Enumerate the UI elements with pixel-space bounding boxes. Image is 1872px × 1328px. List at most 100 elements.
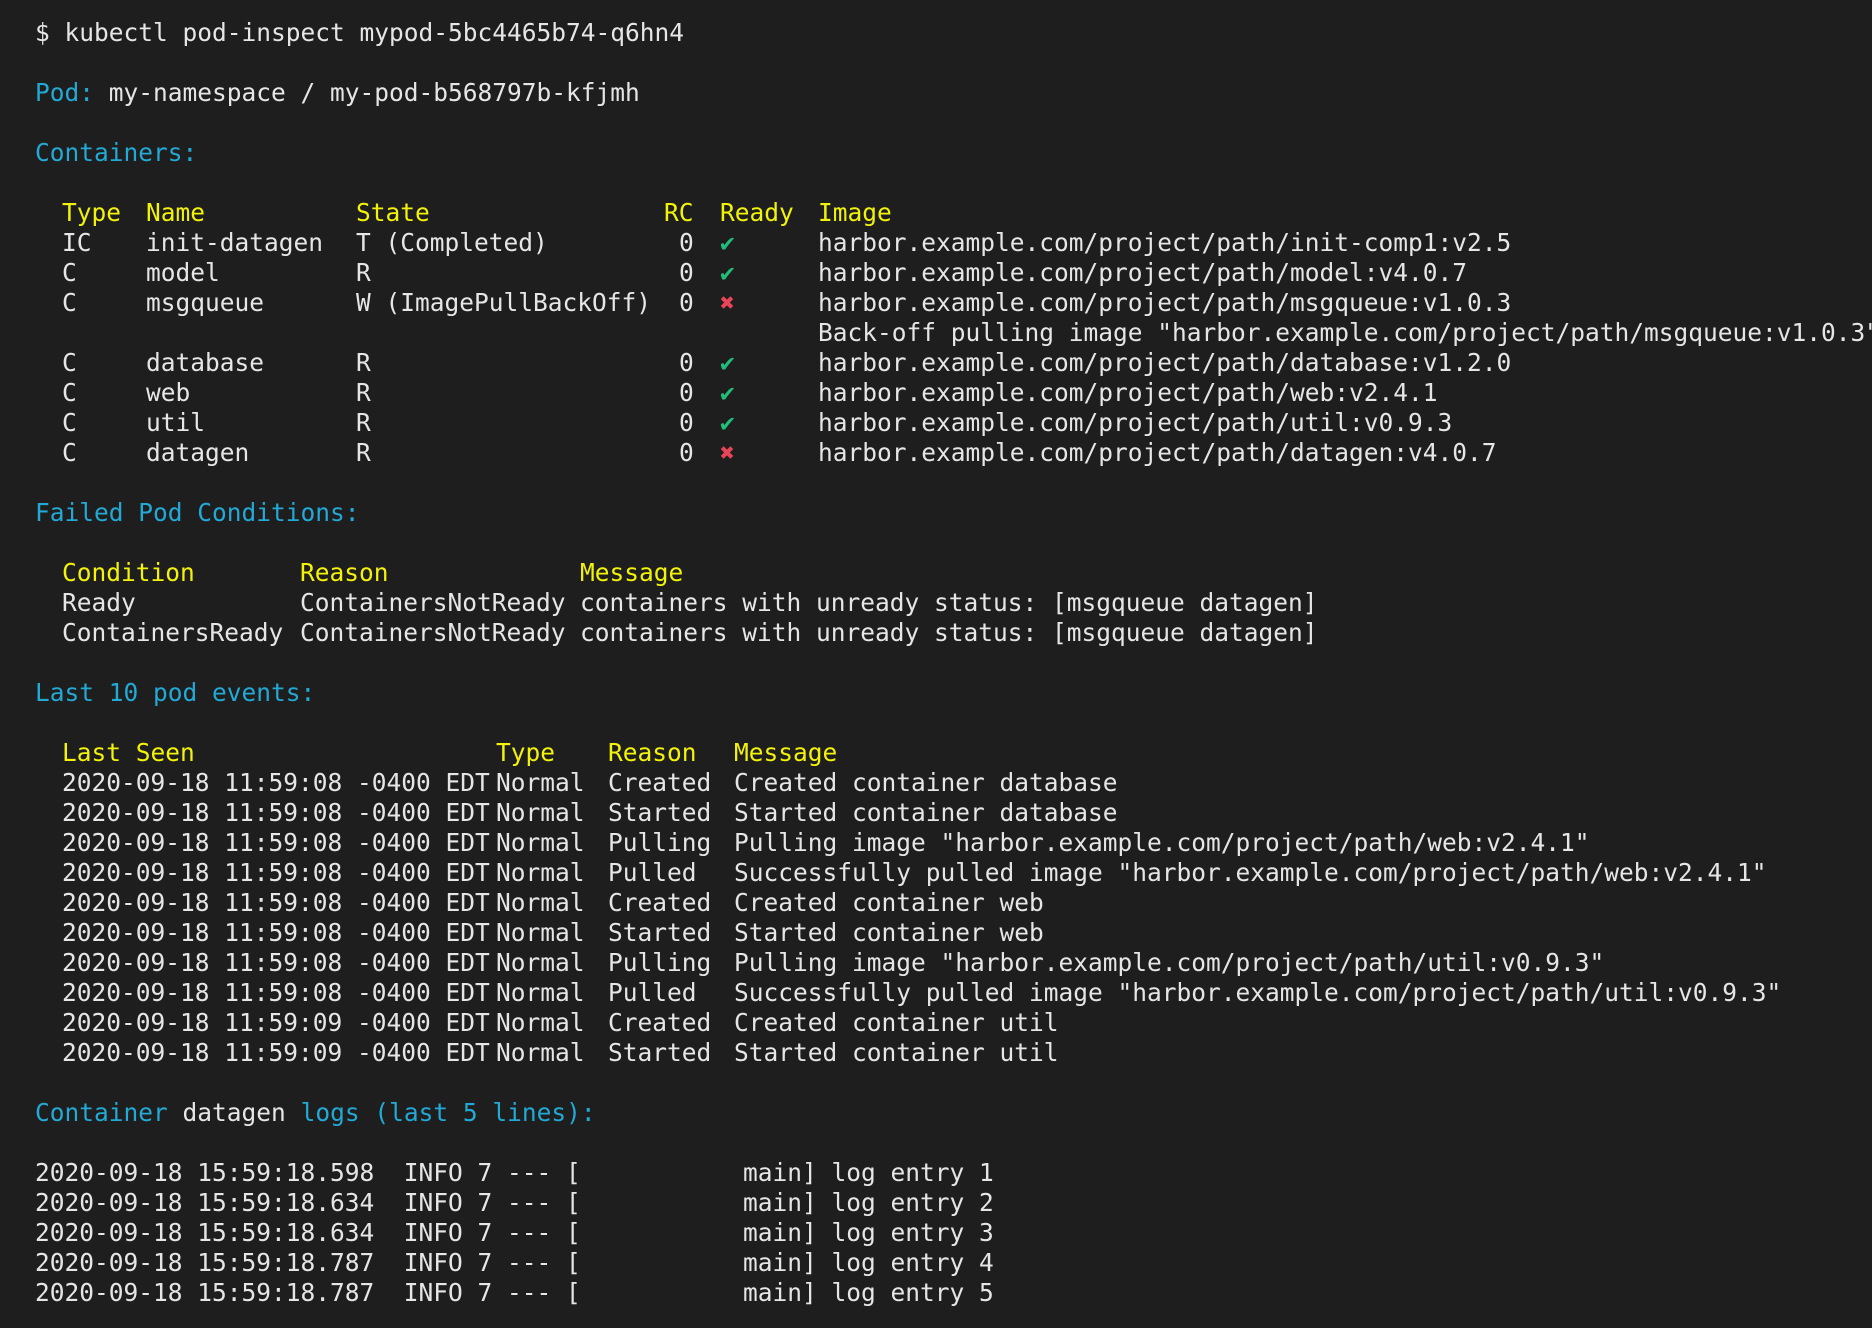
condition-name: ContainersReady [62,618,284,647]
col-header-image: Image [818,198,892,227]
container-row: Cdatagen R 0 ✖ harbor.example.com/project/pa… [35,438,1872,468]
container-image: harbor.example.com/project/path/model:v4… [818,258,1468,287]
col-header-rc: RC [664,198,694,227]
container-row: Cmsgqueue W (ImagePullBackOff) 0 ✖ harbor.ex… [35,288,1872,318]
container-name: init-datagen [146,228,324,257]
container-row: Cdatabase R 0 ✔ harbor.example.com/project/p… [35,348,1872,378]
event-message: Started container web [734,918,1044,947]
not-ready-cross-icon: ✖ [720,438,735,467]
log-line: 2020-09-18 15:59:18.598 INFO 7 --- [ mai… [35,1158,994,1187]
containers-heading: Containers: [35,138,198,167]
container-state: R [356,378,371,407]
logs-heading-container: datagen [182,1098,286,1127]
event-row: 2020-09-18 11:59:08 -0400 EDT Normal Creat… [35,888,1872,918]
container-image: harbor.example.com/project/path/init-com… [818,228,1512,257]
event-type: Normal [496,828,585,857]
ready-check-icon: ✔ [720,228,735,257]
event-type: Normal [496,948,585,977]
conditions-header-row: Condition Reason Message [35,558,1872,588]
log-output: 2020-09-18 15:59:18.598 INFO 7 --- [ mai… [35,1158,1872,1308]
condition-message: containers with unready status: [msgqueu… [580,618,1318,647]
condition-name: Ready [62,588,136,617]
event-last-seen: 2020-09-18 11:59:08 -0400 EDT [62,828,490,857]
container-restart-count: 0 [679,258,694,287]
container-type: C [62,258,77,287]
event-message: Created container database [734,768,1118,797]
pod-label: Pod: [35,78,95,107]
ready-check-icon: ✔ [720,408,735,437]
col-header-reason: Reason [300,558,389,587]
event-type: Normal [496,798,585,827]
prompt-symbol: $ [35,18,50,47]
container-detail-row: Back-off pulling image "harbor.example.c… [35,318,1872,348]
container-type: C [62,288,77,317]
event-last-seen: 2020-09-18 11:59:08 -0400 EDT [62,948,490,977]
event-reason: Created [608,888,712,917]
event-row: 2020-09-18 11:59:09 -0400 EDT Normal Creat… [35,1008,1872,1038]
condition-reason: ContainersNotReady [300,588,566,617]
container-name: msgqueue [146,288,265,317]
container-row: Cutil R 0 ✔ harbor.example.com/project/path/… [35,408,1872,438]
event-row: 2020-09-18 11:59:09 -0400 EDT Normal Start… [35,1038,1872,1068]
condition-message: containers with unready status: [msgqueu… [580,588,1318,617]
log-line: 2020-09-18 15:59:18.787 INFO 7 --- [ mai… [35,1278,994,1307]
event-type: Normal [496,1038,585,1067]
container-restart-count: 0 [679,438,694,467]
command-line: $ kubectl pod-inspect mypod-5bc4465b74-q… [35,18,1872,48]
event-last-seen: 2020-09-18 11:59:09 -0400 EDT [62,1008,490,1037]
col-header-last-seen: Last Seen [62,738,195,767]
container-name: model [146,258,220,287]
event-reason: Pulling [608,948,712,977]
event-last-seen: 2020-09-18 11:59:08 -0400 EDT [62,858,490,887]
log-line: 2020-09-18 15:59:18.634 INFO 7 --- [ mai… [35,1188,994,1217]
event-last-seen: 2020-09-18 11:59:08 -0400 EDT [62,798,490,827]
container-image: harbor.example.com/project/path/datagen:… [818,438,1497,467]
col-header-state: State [356,198,430,227]
container-row: Cweb R 0 ✔ harbor.example.com/project/path/w… [35,378,1872,408]
not-ready-cross-icon: ✖ [720,288,735,317]
events-table-body: 2020-09-18 11:59:08 -0400 EDT Normal Creat… [35,768,1872,1068]
terminal-window: $ kubectl pod-inspect mypod-5bc4465b74-q… [0,0,1872,1328]
event-reason: Pulling [608,828,712,857]
event-last-seen: 2020-09-18 11:59:08 -0400 EDT [62,888,490,917]
containers-table-body: IC init-datagen T (Completed) 0 ✔ harbor.exam… [35,228,1872,468]
container-type: C [62,348,77,377]
event-message: Started container database [734,798,1118,827]
container-image: harbor.example.com/project/path/util:v0.… [818,408,1453,437]
container-name: datagen [146,438,250,467]
event-row: 2020-09-18 11:59:08 -0400 EDT Normal Pulli… [35,948,1872,978]
col-header-name: Name [146,198,206,227]
event-message: Started container util [734,1038,1059,1067]
ready-check-icon: ✔ [720,258,735,287]
event-type: Normal [496,888,585,917]
col-header-event-reason: Reason [608,738,697,767]
event-type: Normal [496,768,585,797]
event-row: 2020-09-18 11:59:08 -0400 EDT Normal Pulle… [35,978,1872,1008]
container-state: R [356,258,371,287]
event-row: 2020-09-18 11:59:08 -0400 EDT Normal Pulle… [35,858,1872,888]
event-type: Normal [496,858,585,887]
col-header-type: Type [62,198,122,227]
event-type: Normal [496,1008,585,1037]
container-restart-count: 0 [679,408,694,437]
log-line: 2020-09-18 15:59:18.787 INFO 7 --- [ mai… [35,1248,994,1277]
containers-header-row: Type Name State RC Ready Image [35,198,1872,228]
condition-reason: ContainersNotReady [300,618,566,647]
event-last-seen: 2020-09-18 11:59:09 -0400 EDT [62,1038,490,1067]
condition-row: Ready ContainersNotReady containers with u… [35,588,1872,618]
event-type: Normal [496,978,585,1007]
container-image: harbor.example.com/project/path/web:v2.4… [818,378,1438,407]
event-reason: Pulled [608,978,697,1007]
container-state: R [356,348,371,377]
condition-row: ContainersReady ContainersNotReady contain… [35,618,1872,648]
events-header-row: Last Seen Type Reason Message [35,738,1872,768]
command-text: kubectl pod-inspect mypod-5bc4465b74-q6h… [64,18,685,47]
event-message: Successfully pulled image "harbor.exampl… [734,858,1767,887]
logs-heading: Container datagen logs (last 5 lines): [35,1098,1872,1128]
col-header-event-message: Message [734,738,838,767]
col-header-ready: Ready [720,198,794,227]
ready-check-icon: ✔ [720,378,735,407]
container-type: C [62,378,77,407]
container-row: Cmodel R 0 ✔ harbor.example.com/project/path… [35,258,1872,288]
event-reason: Created [608,768,712,797]
